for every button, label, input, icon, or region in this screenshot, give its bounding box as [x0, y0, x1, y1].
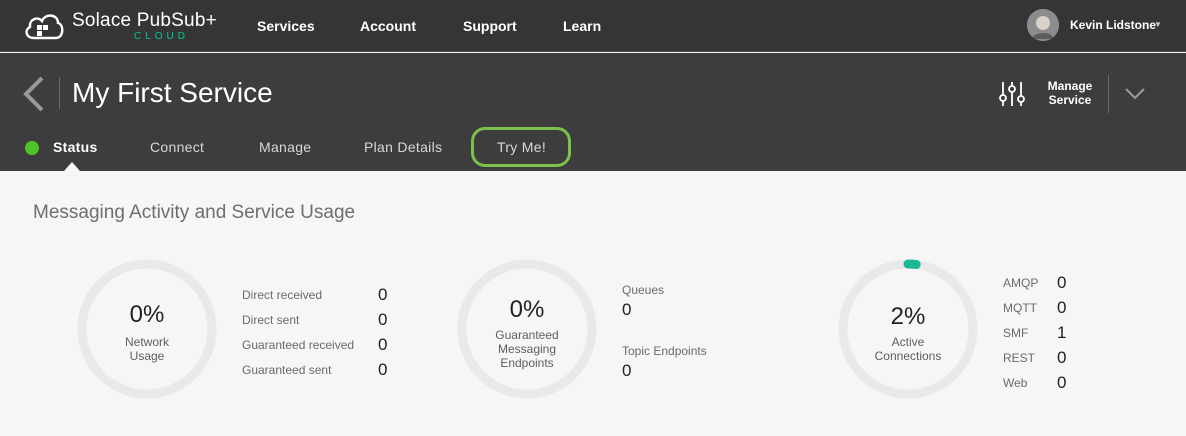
- tab-status[interactable]: Status: [53, 139, 98, 155]
- nav-learn[interactable]: Learn: [563, 18, 601, 34]
- gauge-label-line-1: Guaranteed: [495, 328, 559, 342]
- page-title: My First Service: [72, 77, 273, 108]
- back-arrow-icon[interactable]: [20, 75, 48, 113]
- stat-value: 0: [378, 335, 388, 354]
- stat-value: 0: [622, 300, 632, 319]
- status-indicator-dot: [25, 141, 39, 155]
- chevron-down-icon[interactable]: [1124, 87, 1146, 101]
- tab-manage[interactable]: Manage: [259, 139, 311, 155]
- manage-service-button[interactable]: Manage Service: [1040, 79, 1100, 107]
- stat-label: Web: [1003, 376, 1028, 390]
- stat-value: 0: [378, 310, 388, 329]
- user-menu[interactable]: Kevin Lidstone: [1070, 18, 1156, 32]
- active-connections-gauge: 2% Active Connections: [837, 258, 979, 400]
- gauge-label-line-2: Messaging: [497, 342, 557, 356]
- user-avatar[interactable]: [1027, 9, 1059, 41]
- sliders-icon[interactable]: [998, 81, 1026, 107]
- stat-label: REST: [1003, 351, 1036, 365]
- tab-connect[interactable]: Connect: [150, 139, 204, 155]
- manage-label-line-1: Manage: [1047, 79, 1093, 93]
- divider: [59, 77, 60, 109]
- stat-value: 0: [1057, 348, 1067, 367]
- stat-label: Guaranteed sent: [242, 363, 332, 377]
- brand-sub: CLOUD: [134, 31, 190, 42]
- stat-label: Direct sent: [242, 313, 300, 327]
- manage-label-line-2: Service: [1048, 93, 1092, 107]
- active-tab-pointer: [64, 162, 80, 171]
- gauge-label-line-1: Network: [124, 335, 169, 349]
- gauge-percent: 0%: [509, 296, 545, 323]
- stat-label: AMQP: [1003, 276, 1039, 290]
- stat-label: MQTT: [1003, 301, 1037, 315]
- solace-logo[interactable]: Solace PubSub+ CLOUD: [24, 8, 224, 44]
- gauge-percent: 0%: [129, 301, 165, 328]
- guaranteed-endpoints-gauge: 0% Guaranteed Messaging Endpoints: [456, 258, 598, 400]
- stat-label: Guaranteed received: [242, 338, 355, 352]
- stat-value: 0: [1057, 273, 1067, 292]
- gauge-label-line-1: Active: [891, 335, 925, 349]
- section-title: Messaging Activity and Service Usage: [33, 202, 356, 223]
- nav-support[interactable]: Support: [463, 18, 517, 34]
- brand-name: Solace PubSub+: [72, 10, 217, 31]
- tab-try-me[interactable]: Try Me!: [497, 139, 546, 155]
- stat-value: 0: [378, 360, 388, 379]
- top-navigation-bar: Solace PubSub+ CLOUD Services Account Su…: [0, 0, 1186, 52]
- stat-value: 0: [622, 361, 632, 380]
- gauge-ring: [77, 259, 217, 399]
- stat-label: Topic Endpoints: [622, 344, 707, 358]
- cloud-logo-icon: [25, 14, 64, 40]
- avatar-icon: [1027, 9, 1059, 41]
- gauge-label-line-2: Connections: [874, 349, 942, 363]
- gauge-percent: 2%: [890, 303, 926, 330]
- stat-value: 0: [1057, 298, 1067, 317]
- gauge-fill-arc: [903, 259, 921, 270]
- tab-plan-details[interactable]: Plan Details: [364, 139, 442, 155]
- divider: [1108, 75, 1109, 113]
- stat-label: Queues: [622, 283, 665, 297]
- nav-account[interactable]: Account: [360, 18, 416, 34]
- stat-value: 0: [1057, 373, 1067, 392]
- nav-services[interactable]: Services: [257, 18, 315, 34]
- stat-label: Direct received: [242, 288, 323, 302]
- stat-value: 0: [378, 285, 388, 304]
- stat-value: 1: [1057, 323, 1067, 342]
- gauge-label-line-3: Endpoints: [500, 356, 554, 370]
- stat-label: SMF: [1003, 326, 1029, 340]
- caret-down-icon[interactable]: ▼: [1154, 20, 1162, 29]
- gauge-label-line-2: Usage: [129, 349, 165, 363]
- service-header: My First Service Manage Service Status C…: [0, 53, 1186, 171]
- network-usage-gauge: 0% Network Usage: [76, 258, 218, 400]
